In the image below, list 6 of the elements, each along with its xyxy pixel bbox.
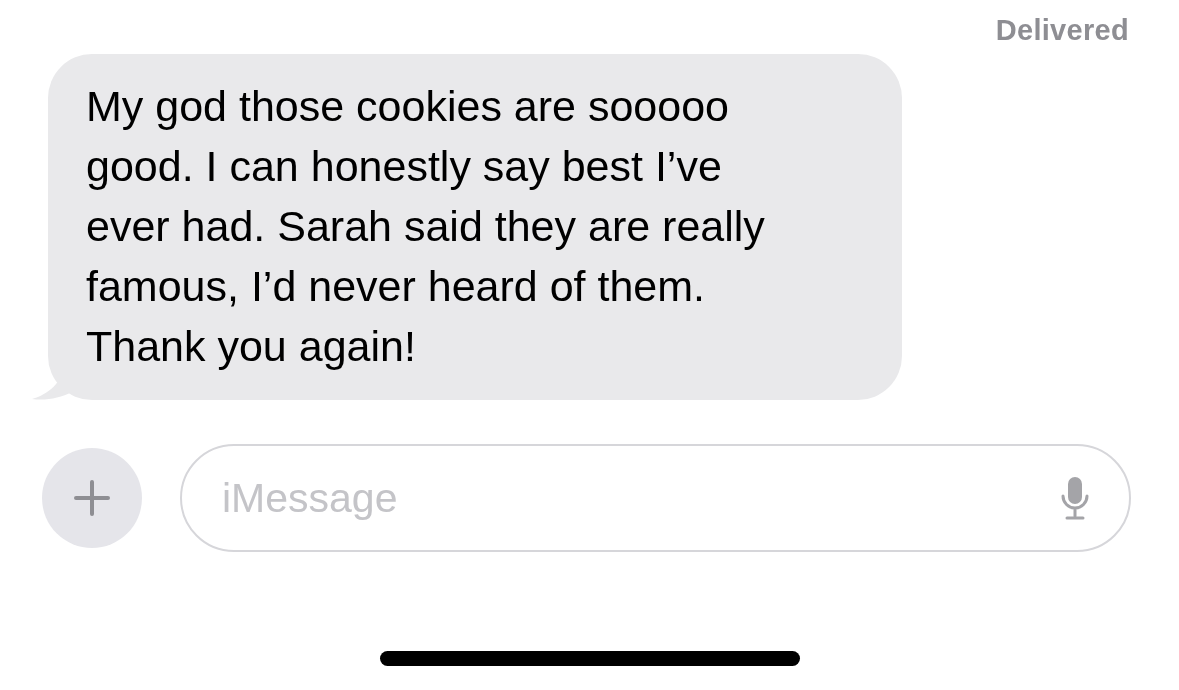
plus-icon xyxy=(74,480,110,516)
delivery-status: Delivered xyxy=(995,13,1129,44)
composer-field[interactable]: iMessage xyxy=(180,444,1131,552)
microphone-icon[interactable] xyxy=(1061,476,1089,520)
message-text: My god those cookies are sooooo good. I can honestly say best I’ve ever had. Sarah said they are really famous, I’d never heard of them. Thank you again! xyxy=(86,82,765,370)
message-input[interactable]: iMessage xyxy=(220,473,1061,523)
